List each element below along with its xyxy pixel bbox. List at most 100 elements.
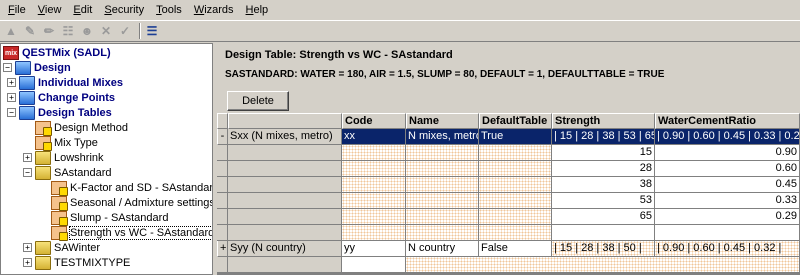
copy-icon[interactable]: ☷ <box>60 23 76 39</box>
tree-item[interactable]: − Design Tables <box>7 105 112 120</box>
cell-empty[interactable] <box>342 257 406 273</box>
edit-icon[interactable]: ✎ <box>22 23 38 39</box>
menu-edit[interactable]: Edit <box>67 0 98 20</box>
tree-view-icon[interactable]: ☰ <box>144 23 160 39</box>
cell-strength[interactable]: 15 <box>552 145 655 161</box>
tree-item[interactable]: mix QESTMix (SADL) <box>3 45 111 60</box>
cell-watercementratio[interactable]: 0.60 <box>655 161 800 177</box>
menu-security[interactable]: Security <box>98 0 150 20</box>
cell-name[interactable] <box>406 209 479 225</box>
design-table-grid[interactable]: Code Name DefaultTable Strength WaterCem… <box>217 113 800 275</box>
column-header-defaulttable[interactable]: DefaultTable <box>479 113 552 129</box>
cell-empty[interactable] <box>406 257 800 273</box>
expand-icon[interactable]: + <box>23 258 32 267</box>
tree-item[interactable]: − SAstandard <box>23 165 111 180</box>
cell-strength[interactable]: 53 <box>552 193 655 209</box>
cell-code[interactable] <box>342 177 406 193</box>
tree-item[interactable]: + SAWinter <box>23 240 100 255</box>
check-icon[interactable]: ✓ <box>117 23 133 39</box>
menu-file[interactable]: File <box>2 0 32 20</box>
tree-item[interactable]: + Individual Mixes <box>7 75 123 90</box>
expand-icon[interactable]: + <box>7 78 16 87</box>
group-expand-toggle[interactable]: + <box>217 241 228 257</box>
cell-name[interactable] <box>406 161 479 177</box>
cell-code[interactable] <box>342 161 406 177</box>
column-header-code[interactable]: Code <box>342 113 406 129</box>
cell-watercementratio[interactable]: 0.33 <box>655 193 800 209</box>
tree-item[interactable]: − Design <box>3 60 71 75</box>
folder-icon <box>19 90 35 105</box>
cell-code[interactable]: yy <box>342 241 406 257</box>
cell-defaulttable[interactable] <box>479 209 552 225</box>
cell-defaulttable[interactable] <box>479 177 552 193</box>
delete-icon[interactable]: ✕ <box>98 23 114 39</box>
cell-defaulttable[interactable] <box>479 145 552 161</box>
group-collapse-toggle[interactable]: - <box>217 129 228 145</box>
tree-item[interactable]: + TESTMIXTYPE <box>23 255 130 270</box>
tree-item-label: QESTMix (SADL) <box>22 46 111 59</box>
menu-tools[interactable]: Tools <box>150 0 188 20</box>
cell-defaulttable[interactable]: True <box>479 129 552 145</box>
expand-icon[interactable]: + <box>23 243 32 252</box>
row-header <box>217 225 228 241</box>
cell-wcr-summary[interactable]: | 0.90 | 0.60 | 0.45 | 0.33 | 0.29 | <box>655 129 800 145</box>
cell-code[interactable] <box>342 225 406 241</box>
row-header <box>217 257 228 273</box>
cell-strength-summary[interactable]: | 15 | 28 | 38 | 53 | 65 | <box>552 129 655 145</box>
cell-code[interactable] <box>342 209 406 225</box>
menu-help[interactable]: Help <box>240 0 275 20</box>
delete-button[interactable]: Delete <box>227 91 289 111</box>
cell-defaulttable[interactable] <box>479 161 552 177</box>
pencil-icon[interactable]: ✏ <box>41 23 57 39</box>
column-header-name[interactable]: Name <box>406 113 479 129</box>
tree-item[interactable]: Slump - SAstandard <box>39 210 168 226</box>
cell-strength[interactable]: 28 <box>552 161 655 177</box>
group-caption[interactable]: Syy (N country) <box>228 241 342 257</box>
tree-item-label: Individual Mixes <box>38 76 123 89</box>
new-icon[interactable]: ▲ <box>3 23 19 39</box>
tree-item-label: SAstandard <box>54 166 112 179</box>
cell-defaulttable[interactable] <box>479 193 552 209</box>
column-header-watercementratio[interactable]: WaterCementRatio <box>655 113 800 129</box>
menu-wizards[interactable]: Wizards <box>188 0 240 20</box>
tree-item[interactable]: Mix Type <box>23 135 98 151</box>
cell-name[interactable]: N country <box>406 241 479 257</box>
tree-item[interactable]: Strength vs WC - SAstandard <box>39 225 212 241</box>
cell-watercementratio[interactable]: 0.45 <box>655 177 800 193</box>
cell-code[interactable] <box>342 193 406 209</box>
cell-watercementratio[interactable]: 0.29 <box>655 209 800 225</box>
expand-icon[interactable]: + <box>23 153 32 162</box>
cell-name[interactable] <box>406 193 479 209</box>
collapse-icon[interactable]: − <box>23 168 32 177</box>
cell-strength-summary[interactable]: | 15 | 28 | 38 | 50 | <box>552 241 655 257</box>
collapse-icon[interactable]: − <box>3 63 12 72</box>
cell-strength[interactable]: 38 <box>552 177 655 193</box>
cell-strength[interactable]: 65 <box>552 209 655 225</box>
cell-code[interactable] <box>342 145 406 161</box>
expand-icon[interactable]: + <box>7 93 16 102</box>
grid-corner <box>217 113 228 129</box>
tree-item[interactable]: Design Method <box>23 120 128 136</box>
tree-item[interactable]: K-Factor and SD - SAstandard <box>39 180 212 196</box>
cell-watercementratio[interactable]: 0.90 <box>655 145 800 161</box>
cell-wcr-summary[interactable]: | 0.90 | 0.60 | 0.45 | 0.32 | <box>655 241 800 257</box>
row-caption <box>228 193 342 209</box>
cell-name[interactable] <box>406 145 479 161</box>
cell-strength[interactable] <box>552 225 655 241</box>
tree-item[interactable]: + Change Points <box>7 90 115 105</box>
group-caption[interactable]: Sxx (N mixes, metro) <box>228 129 342 145</box>
cell-code[interactable]: xx <box>342 129 406 145</box>
menu-view[interactable]: View <box>32 0 68 20</box>
cell-watercementratio[interactable] <box>655 225 800 241</box>
cell-name[interactable]: N mixes, metro <box>406 129 479 145</box>
cell-name[interactable] <box>406 225 479 241</box>
cell-name[interactable] <box>406 177 479 193</box>
tree-item[interactable]: Seasonal / Admixture settings <box>39 195 212 211</box>
cell-defaulttable[interactable] <box>479 225 552 241</box>
cell-defaulttable[interactable]: False <box>479 241 552 257</box>
users-icon[interactable]: ☻ <box>79 23 95 39</box>
collapse-icon[interactable]: − <box>7 108 16 117</box>
navigation-tree[interactable]: mix QESTMix (SADL) − Design + Individual Mixe… <box>0 43 213 275</box>
column-header-strength[interactable]: Strength <box>552 113 655 129</box>
tree-item[interactable]: + Lowshrink <box>23 150 104 165</box>
